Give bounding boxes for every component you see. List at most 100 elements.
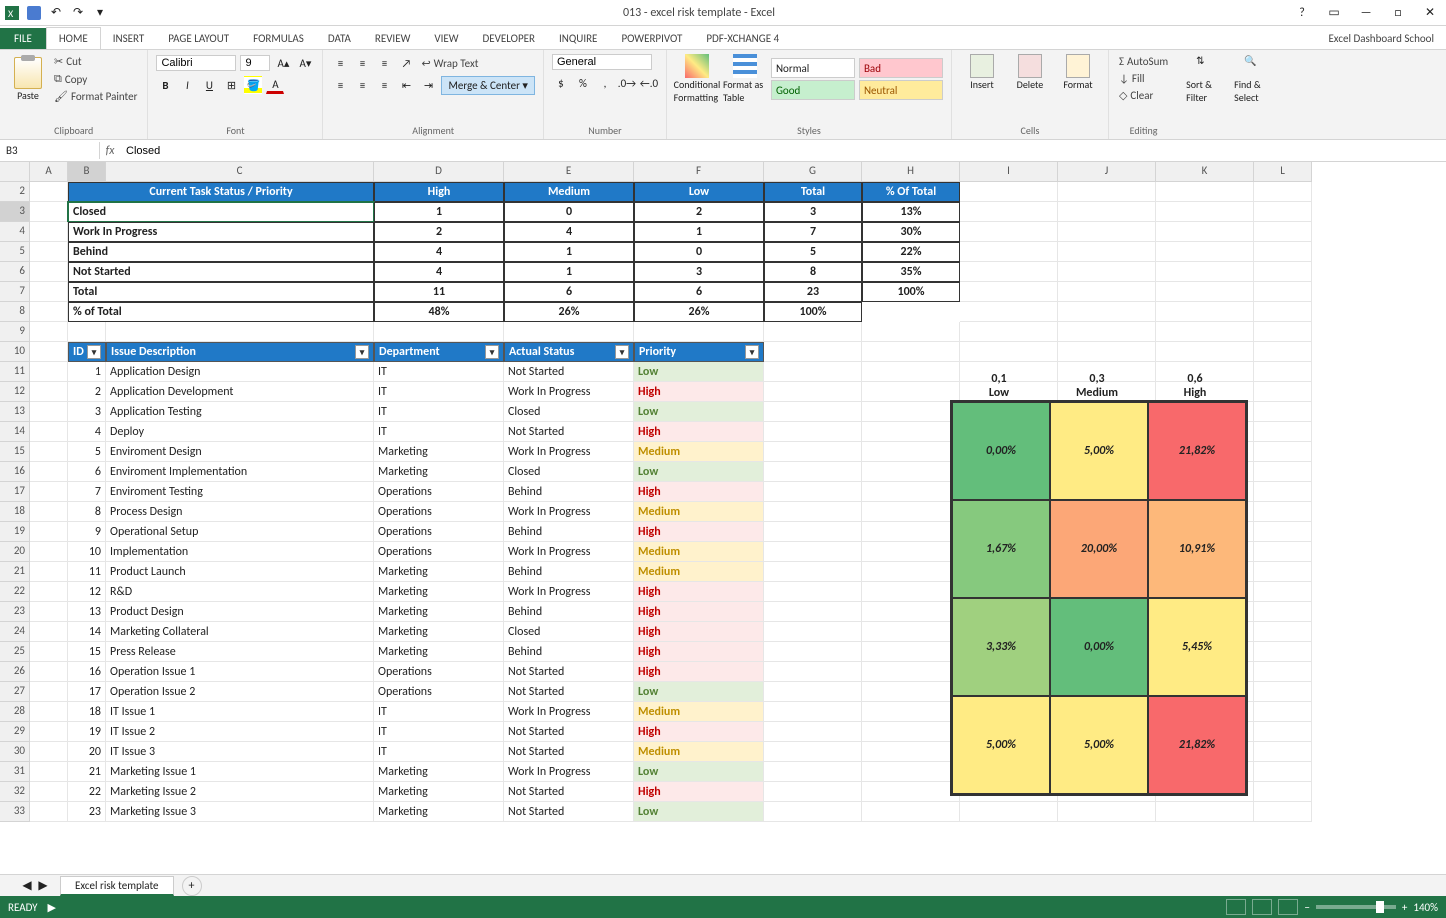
tab-powerpivot[interactable]: POWERPIVOT xyxy=(609,28,694,49)
zoom-slider[interactable] xyxy=(1316,905,1396,909)
cell-blank[interactable] xyxy=(960,182,1058,202)
cell-blank[interactable] xyxy=(1254,342,1312,362)
font-name-select[interactable] xyxy=(156,55,236,71)
cell-style-good[interactable]: Good xyxy=(771,80,855,100)
cell-blank[interactable] xyxy=(960,242,1058,262)
row-header-2[interactable]: 2 xyxy=(0,182,30,202)
cut-button[interactable]: ✂Cut xyxy=(52,54,139,69)
row-header-16[interactable]: 16 xyxy=(0,462,30,482)
cell-A10[interactable] xyxy=(30,342,68,362)
cell-blank[interactable] xyxy=(764,622,862,642)
cell-blank[interactable] xyxy=(1156,342,1254,362)
align-bottom-icon[interactable]: ≡ xyxy=(375,54,393,72)
cell-blank[interactable] xyxy=(862,742,960,762)
tab-page-layout[interactable]: PAGE LAYOUT xyxy=(156,28,241,49)
col-header-B[interactable]: B xyxy=(68,162,106,182)
cell-A22[interactable] xyxy=(30,582,68,602)
row-header-8[interactable]: 8 xyxy=(0,302,30,322)
cell-blank[interactable] xyxy=(764,722,862,742)
col-header-I[interactable]: I xyxy=(960,162,1058,182)
row-header-17[interactable]: 17 xyxy=(0,482,30,502)
filter-status[interactable]: Actual Status▾ xyxy=(504,342,634,362)
align-left-icon[interactable]: ≡ xyxy=(331,77,349,95)
cell-blank[interactable] xyxy=(960,302,1058,322)
increase-font-icon[interactable]: A▴ xyxy=(274,54,292,72)
row-header-14[interactable]: 14 xyxy=(0,422,30,442)
cell-blank[interactable] xyxy=(862,622,960,642)
insert-cells-button[interactable]: Insert xyxy=(960,54,1004,91)
cell-blank[interactable] xyxy=(862,542,960,562)
cell-blank[interactable] xyxy=(862,722,960,742)
row-header-18[interactable]: 18 xyxy=(0,502,30,522)
cell-A21[interactable] xyxy=(30,562,68,582)
accounting-format-icon[interactable]: $ xyxy=(552,74,570,92)
cell-blank[interactable] xyxy=(764,402,862,422)
ribbon-options-icon[interactable]: ▭ xyxy=(1322,3,1346,23)
copy-button[interactable]: ⧉Copy xyxy=(52,71,139,87)
cell-blank[interactable] xyxy=(1254,682,1312,702)
undo-icon[interactable]: ↶ xyxy=(48,5,64,21)
border-button[interactable]: ⊞ xyxy=(222,76,240,94)
cell-A2[interactable] xyxy=(30,182,68,202)
cell-blank[interactable] xyxy=(862,662,960,682)
cell-blank[interactable] xyxy=(862,462,960,482)
row-header-4[interactable]: 4 xyxy=(0,222,30,242)
cell-blank[interactable] xyxy=(1254,522,1312,542)
cell-blank[interactable] xyxy=(1156,222,1254,242)
col-header-L[interactable]: L xyxy=(1254,162,1312,182)
cell-blank[interactable] xyxy=(1254,402,1312,422)
cell-blank[interactable] xyxy=(862,562,960,582)
filter-id[interactable]: ID▾ xyxy=(68,342,106,362)
cell-A24[interactable] xyxy=(30,622,68,642)
cell-blank[interactable] xyxy=(764,682,862,702)
filter-dept[interactable]: Department▾ xyxy=(374,342,504,362)
redo-icon[interactable]: ↷ xyxy=(70,5,86,21)
cell-blank[interactable] xyxy=(862,342,960,362)
cell-blank[interactable] xyxy=(862,322,960,342)
close-icon[interactable]: ✕ xyxy=(1418,3,1442,23)
cell-blank[interactable] xyxy=(1156,322,1254,342)
cell-blank[interactable] xyxy=(862,702,960,722)
cell-A5[interactable] xyxy=(30,242,68,262)
bold-button[interactable]: B xyxy=(156,76,174,94)
zoom-out-button[interactable]: − xyxy=(1304,901,1309,914)
align-middle-icon[interactable]: ≡ xyxy=(353,54,371,72)
font-color-button[interactable]: A xyxy=(266,76,284,94)
font-size-select[interactable] xyxy=(240,55,270,71)
cell-A14[interactable] xyxy=(30,422,68,442)
cell-blank[interactable] xyxy=(1156,282,1254,302)
cell-blank[interactable] xyxy=(1058,242,1156,262)
cell-blank[interactable] xyxy=(1058,282,1156,302)
tab-nav-prev-icon[interactable]: ◀ xyxy=(20,879,34,893)
tab-data[interactable]: DATA xyxy=(316,28,363,49)
row-header-25[interactable]: 25 xyxy=(0,642,30,662)
cell-blank[interactable] xyxy=(764,702,862,722)
col-header-G[interactable]: G xyxy=(764,162,862,182)
row-header-15[interactable]: 15 xyxy=(0,442,30,462)
align-center-icon[interactable]: ≡ xyxy=(353,77,371,95)
qat-dropdown-icon[interactable]: ▾ xyxy=(92,5,108,21)
cell-blank[interactable] xyxy=(1254,662,1312,682)
cell-blank[interactable] xyxy=(374,322,504,342)
cell-blank[interactable] xyxy=(862,382,960,402)
cell-A13[interactable] xyxy=(30,402,68,422)
cell-blank[interactable] xyxy=(1058,342,1156,362)
format-painter-button[interactable]: 🖌Format Painter xyxy=(52,89,139,104)
format-as-table-button[interactable]: Format as Table xyxy=(723,54,767,104)
cell-blank[interactable] xyxy=(862,422,960,442)
row-header-24[interactable]: 24 xyxy=(0,622,30,642)
cell-A29[interactable] xyxy=(30,722,68,742)
cell-blank[interactable] xyxy=(764,802,862,822)
cell-style-normal[interactable]: Normal xyxy=(771,58,855,78)
row-header-26[interactable]: 26 xyxy=(0,662,30,682)
align-right-icon[interactable]: ≡ xyxy=(375,77,393,95)
row-header-13[interactable]: 13 xyxy=(0,402,30,422)
filter-desc[interactable]: Issue Description▾ xyxy=(106,342,374,362)
col-header-A[interactable]: A xyxy=(30,162,68,182)
delete-cells-button[interactable]: Delete xyxy=(1008,54,1052,91)
cell-blank[interactable] xyxy=(862,402,960,422)
filter-dropdown-icon[interactable]: ▾ xyxy=(485,345,499,359)
fx-icon[interactable]: fx xyxy=(100,144,120,158)
increase-indent-icon[interactable]: ⇥ xyxy=(419,77,437,95)
col-header-F[interactable]: F xyxy=(634,162,764,182)
